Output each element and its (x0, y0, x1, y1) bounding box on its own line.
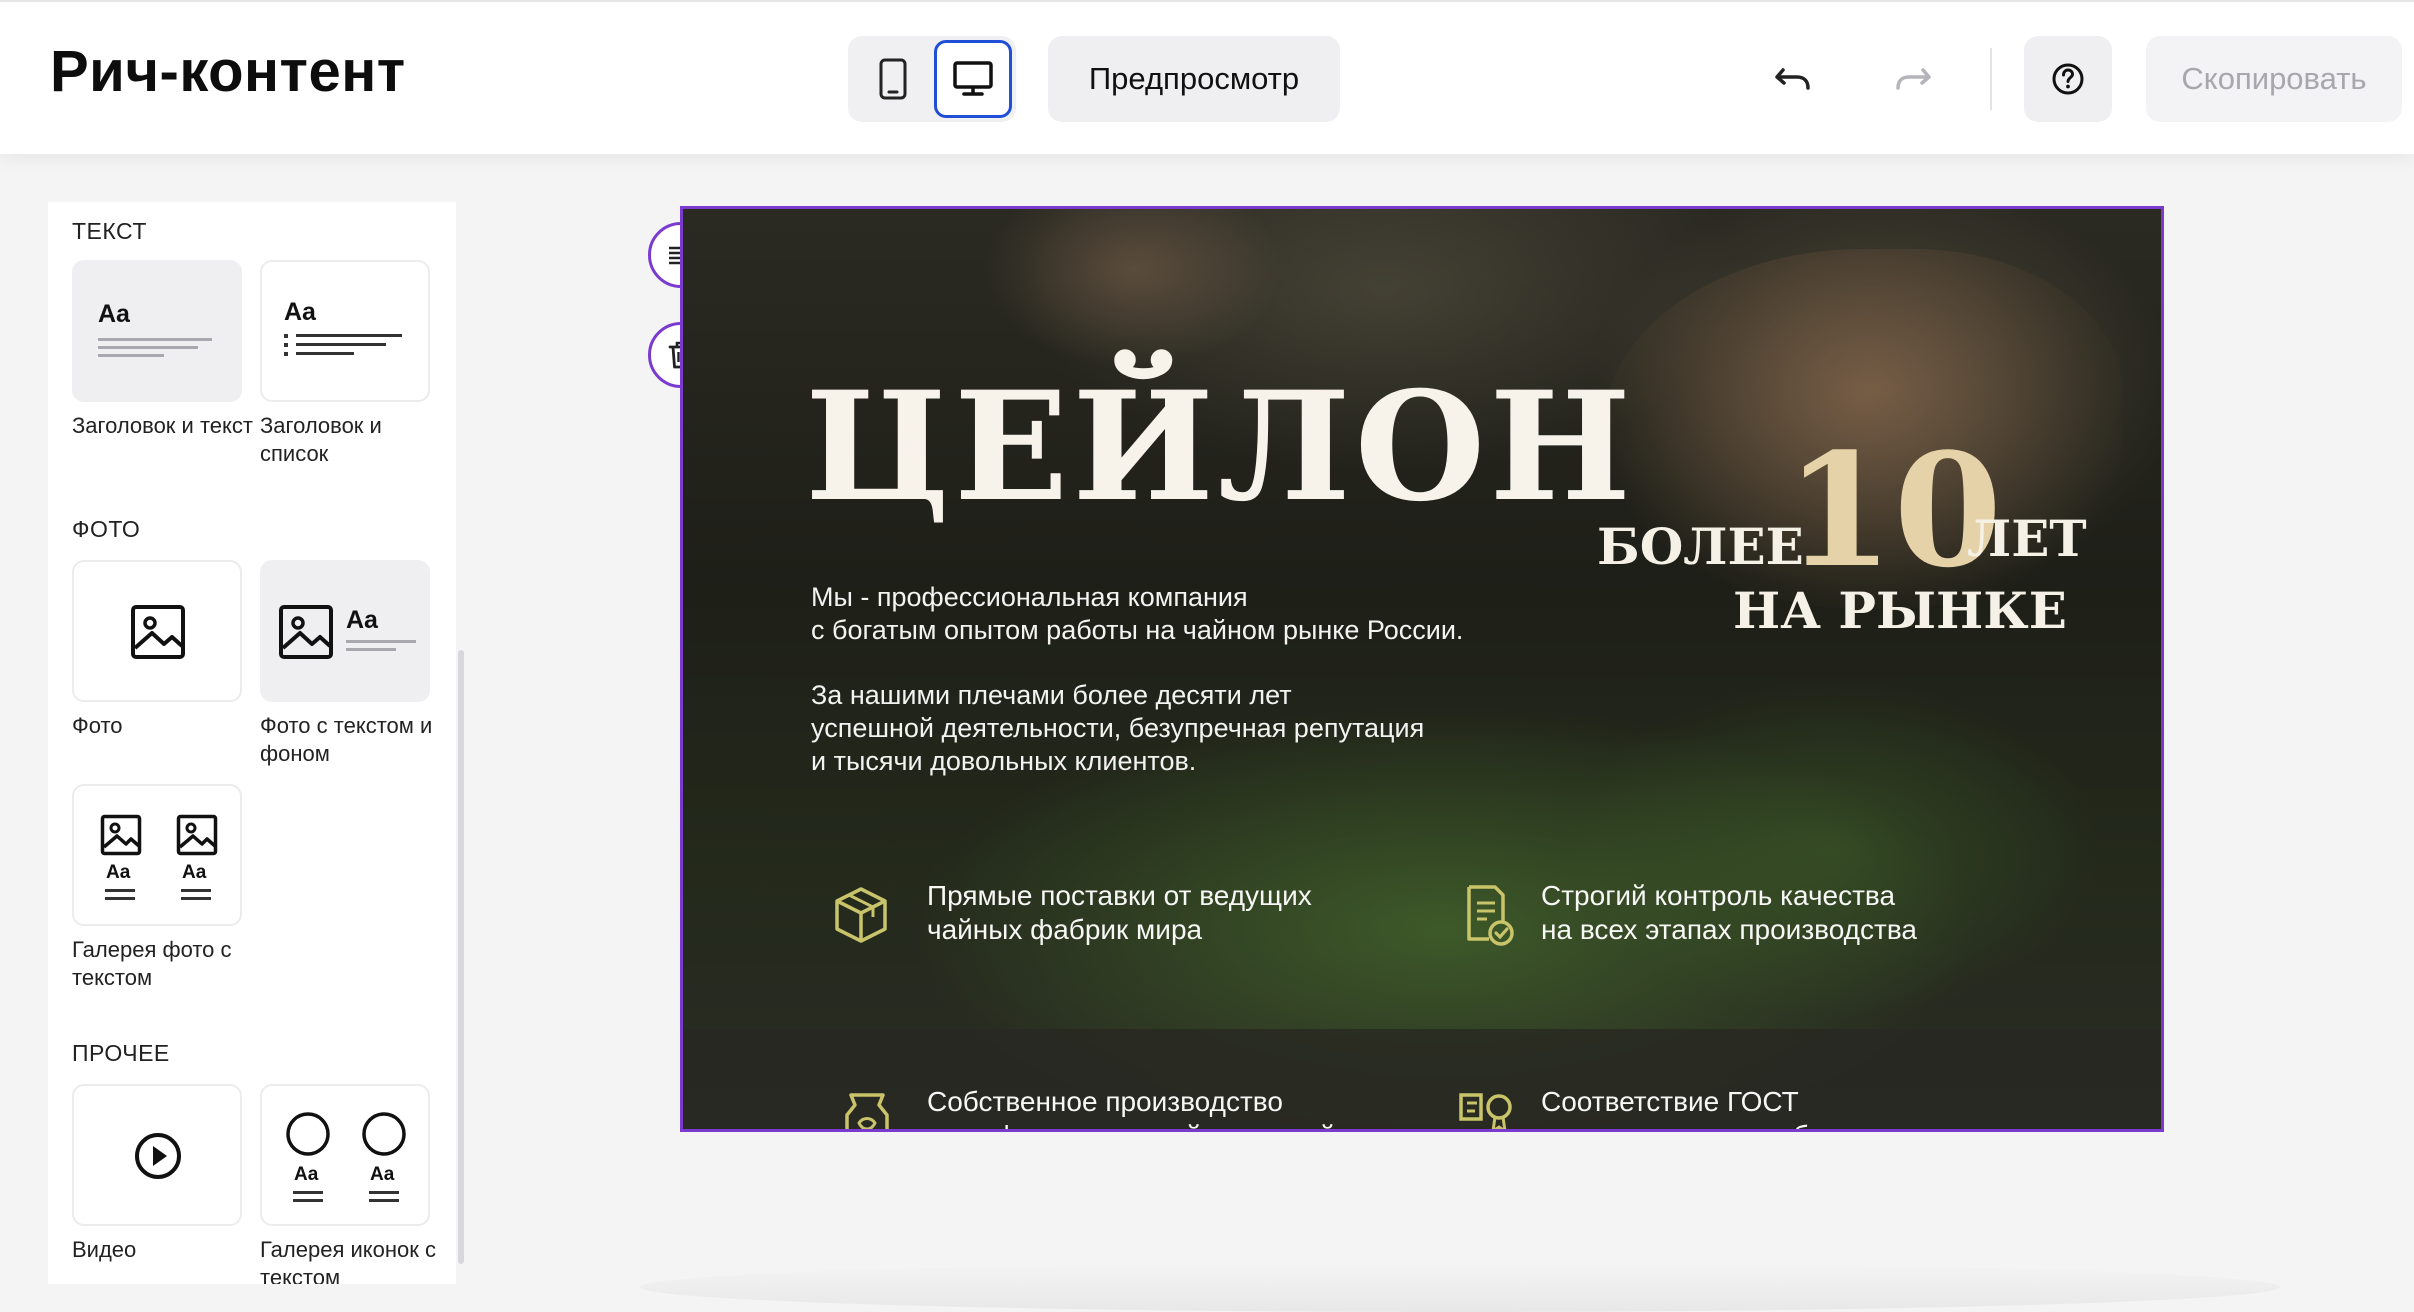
block-photo-label: Фото (72, 712, 262, 740)
sidebar-scrollbar[interactable] (458, 650, 464, 1264)
page-title: Рич-контент (50, 39, 406, 104)
block-video-label: Видео (72, 1236, 262, 1264)
monitor-icon (953, 61, 993, 96)
blocks-sidebar: ТЕКСТ Aa Заголовок и текст Aa Заголовок … (48, 202, 456, 1284)
redo-icon (1896, 68, 1931, 90)
standard-icon (1459, 1093, 1512, 1129)
undo-button[interactable] (1750, 36, 1836, 122)
paragraph-line: с богатым опытом работы на чайном рынке … (811, 615, 1464, 645)
feature-line: Прямые поставки от ведущих (927, 880, 1312, 911)
section-title-photo: ФОТО (72, 516, 141, 542)
photo-gallery-icon: Aa Aa (74, 786, 240, 924)
block-photo-text-bg-label: Фото с текстом и фоном (260, 712, 450, 768)
box-icon (835, 887, 887, 943)
feature-line: на всех этапах производства (1541, 914, 1917, 945)
block-heading-list[interactable]: Aa (260, 260, 430, 402)
block-heading-text[interactable]: Aa (72, 260, 242, 402)
device-switcher (848, 36, 1016, 122)
tile-aa-label: Aa (182, 862, 207, 883)
preview-button[interactable]: Предпросмотр (1048, 36, 1340, 122)
block-label: Заголовок и текст (72, 413, 253, 438)
section-title-text: ТЕКСТ (72, 218, 147, 244)
undo-icon (1775, 68, 1810, 90)
paragraph-line: успешной деятельности, безупречная репут… (811, 713, 1425, 743)
feature-line: Строгий контроль качества (1541, 880, 1896, 911)
feature-line: чайных фабрик мира (927, 914, 1203, 945)
tile-aa-label: Aa (346, 606, 378, 634)
tile-aa-label: Aa (98, 300, 130, 328)
image-text-icon: Aa (262, 562, 428, 700)
tea-hand-photo-top (983, 209, 1283, 369)
heading-list-icon: Aa (262, 262, 428, 400)
tile-aa-label: Aa (294, 1164, 319, 1185)
top-toolbar: Рич-контент Предпросмотр Скопировать (0, 0, 2414, 154)
tile-aa-label: Aa (284, 298, 316, 326)
badge-subtitle: НА РЫНКЕ (1733, 581, 2067, 640)
block-heading-list-label: Заголовок и список (260, 412, 450, 468)
canvas-bottom-shadow (640, 1262, 2280, 1312)
section-title-other: ПРОЧЕЕ (72, 1040, 170, 1066)
feature-text: Прямые поставки от ведущих чайных фабрик… (927, 879, 1387, 947)
toolbar-divider (1990, 48, 1992, 110)
block-heading-text-label: Заголовок и текст (72, 412, 262, 440)
play-icon (135, 1133, 181, 1179)
block-icon-gallery[interactable]: Aa Aa (260, 1084, 430, 1226)
block-label: Видео (72, 1237, 137, 1262)
feature-text: Строгий контроль качества на всех этапах… (1541, 879, 2001, 947)
block-photo-gallery-label: Галерея фото с текстом (72, 936, 262, 992)
copy-button[interactable]: Скопировать (2146, 36, 2402, 122)
desktop-view-button[interactable] (934, 40, 1012, 118)
smartphone-icon (879, 58, 907, 100)
feature-line: Соответствие ГОСТ (1541, 1086, 1799, 1117)
badge-suffix: ЛЕТ (1967, 509, 2087, 568)
help-icon (2052, 63, 2084, 95)
feature-line: с профессиональной командой (927, 1119, 1387, 1129)
feature-line: и наличие всех необходимых (1541, 1119, 2001, 1129)
block-icon-gallery-label: Галерея иконок с текстом (260, 1236, 450, 1284)
mobile-view-button[interactable] (854, 40, 932, 118)
feature-text: Собственное производство с профессиональ… (927, 1085, 1387, 1129)
quality-check-icon (1467, 885, 1514, 946)
block-video[interactable] (72, 1084, 242, 1226)
badge-prefix: БОЛЕЕ (1597, 517, 1804, 576)
block-photo-gallery[interactable]: Aa Aa (72, 784, 242, 926)
block-photo-text-bg[interactable]: Aa (260, 560, 430, 702)
image-icon (131, 605, 185, 659)
tile-aa-label: Aa (370, 1164, 395, 1185)
block-label: Галерея фото с текстом (72, 937, 232, 990)
help-button[interactable] (2024, 36, 2112, 122)
tile-aa-label: Aa (106, 862, 131, 883)
block-label: Галерея иконок с текстом (260, 1237, 436, 1284)
banner-paragraph-2: За нашими плечами более десяти лет успеш… (811, 679, 1531, 778)
rich-content-banner[interactable]: ЦЕЙЛОН Мы - профессиональная компания с … (680, 206, 2164, 1132)
redo-button[interactable] (1870, 36, 1956, 122)
feature-line: Собственное производство (927, 1086, 1283, 1117)
block-label: Фото с текстом и фоном (260, 713, 433, 766)
paragraph-line: За нашими плечами более десяти лет (811, 680, 1292, 710)
block-label: Фото (72, 713, 123, 738)
paragraph-line: и тысячи довольных клиентов. (811, 746, 1197, 776)
heading-text-icon: Aa (74, 262, 240, 400)
block-label: Заголовок и список (260, 413, 382, 466)
tea-pack-icon (845, 1093, 889, 1129)
icon-gallery-icon: Aa Aa (262, 1086, 428, 1224)
block-photo[interactable] (72, 560, 242, 702)
banner-paragraph-1: Мы - профессиональная компания с богатым… (811, 581, 1531, 647)
banner-title: ЦЕЙЛОН (805, 359, 1636, 535)
paragraph-line: Мы - профессиональная компания (811, 582, 1248, 612)
feature-text: Соответствие ГОСТ и наличие всех необход… (1541, 1085, 2001, 1129)
